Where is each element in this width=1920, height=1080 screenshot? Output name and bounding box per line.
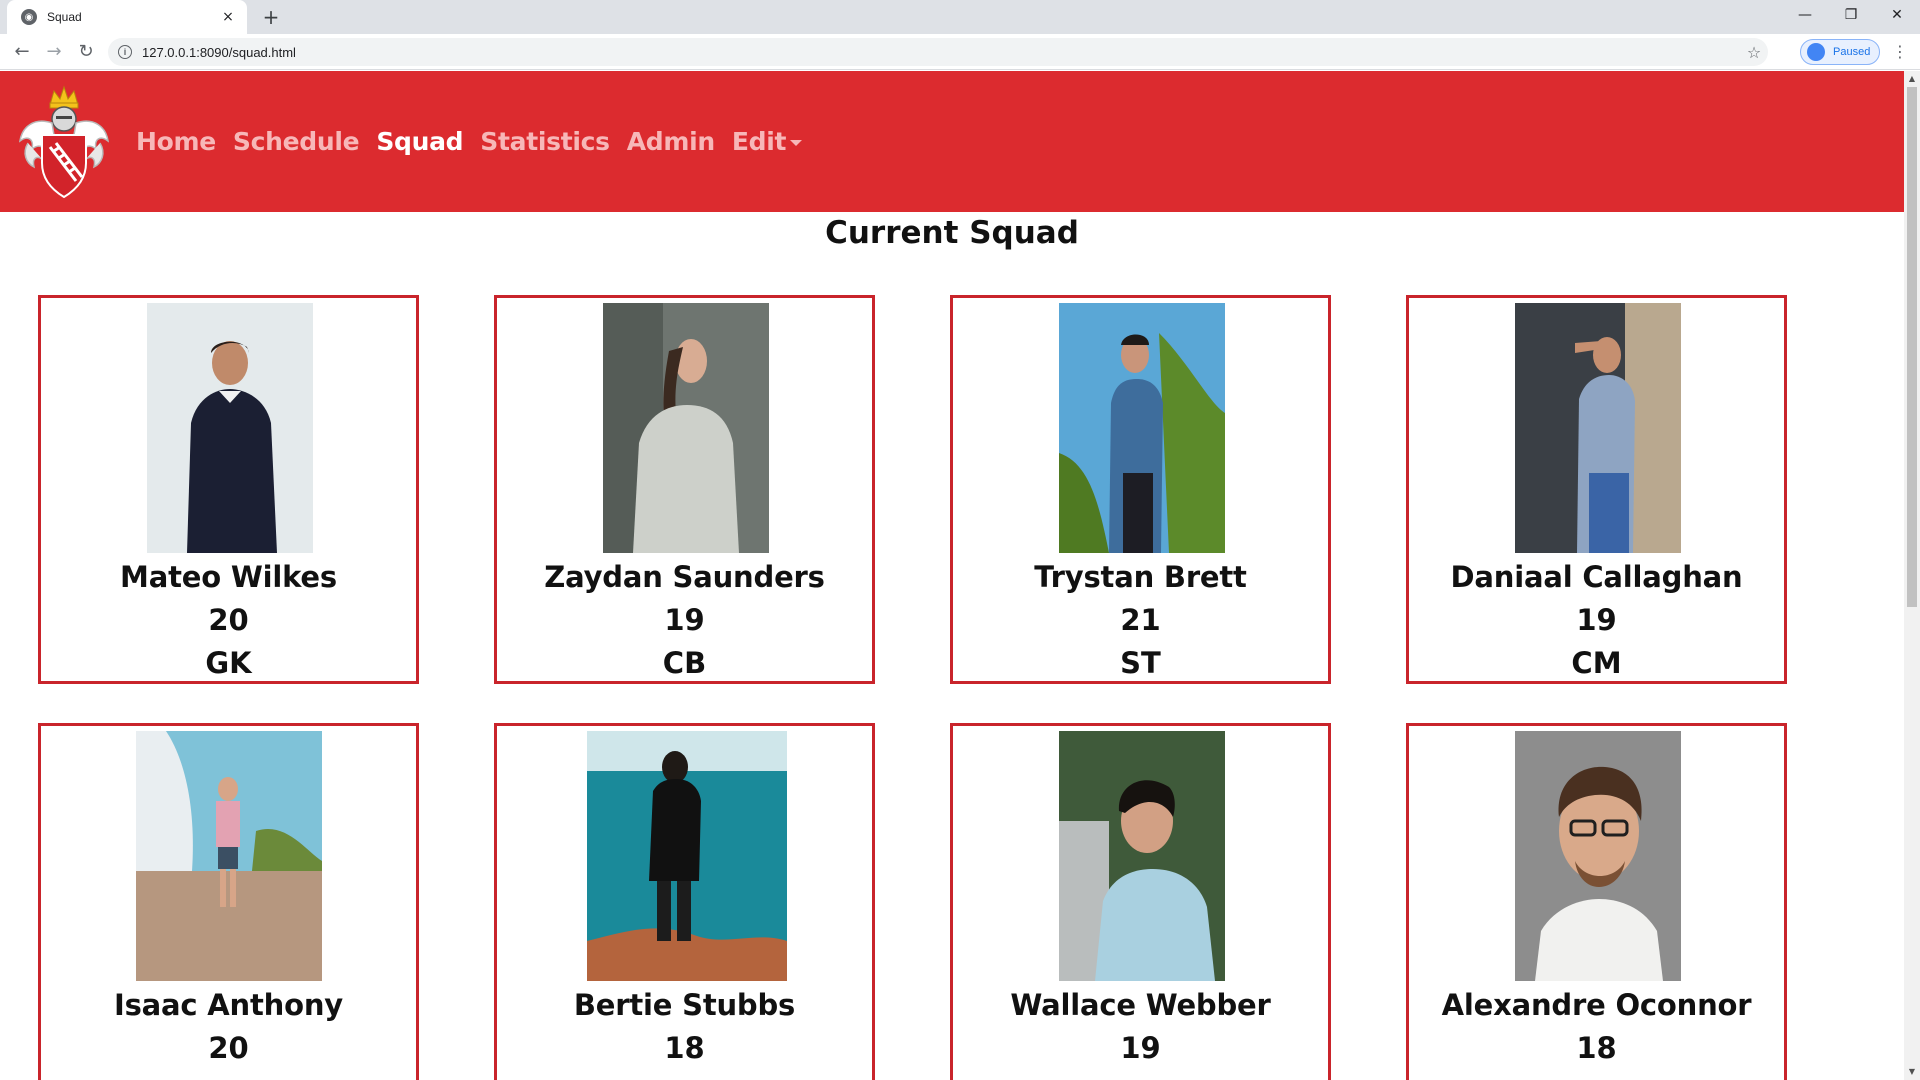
player-name: Bertie Stubbs bbox=[573, 988, 796, 1022]
player-name: Alexandre Oconnor bbox=[1441, 988, 1752, 1022]
player-card[interactable]: Trystan Brett 21 ST bbox=[950, 295, 1331, 684]
minimize-button[interactable]: — bbox=[1782, 0, 1828, 30]
player-photo bbox=[1515, 731, 1681, 981]
player-name: Trystan Brett bbox=[1034, 560, 1247, 594]
tab-title: Squad bbox=[47, 10, 82, 24]
main-nav: Home Schedule Squad Statistics Admin Edi… bbox=[136, 71, 819, 212]
player-position: ST bbox=[1120, 646, 1161, 680]
restore-button[interactable]: ❐ bbox=[1828, 0, 1874, 30]
player-position: CB bbox=[662, 646, 707, 680]
player-photo bbox=[1059, 731, 1225, 981]
forward-button[interactable]: → bbox=[40, 38, 68, 66]
player-card[interactable]: Wallace Webber 19 bbox=[950, 723, 1331, 1080]
player-age: 19 bbox=[1120, 1031, 1161, 1065]
player-photo bbox=[147, 303, 313, 553]
player-name: Daniaal Callaghan bbox=[1450, 560, 1743, 594]
player-age: 18 bbox=[1576, 1031, 1617, 1065]
player-photo bbox=[1059, 303, 1225, 553]
window-controls: — ❐ ✕ bbox=[1782, 0, 1920, 30]
page-title: Current Squad bbox=[825, 215, 1079, 251]
url-text[interactable]: 127.0.0.1:8090/squad.html bbox=[142, 45, 1740, 60]
browser-tabstrip: ◉ Squad × + — ❐ ✕ bbox=[0, 0, 1920, 34]
player-age: 19 bbox=[664, 603, 705, 637]
profile-button[interactable]: Paused bbox=[1800, 39, 1880, 65]
player-position: GK bbox=[205, 646, 252, 680]
browser-tab[interactable]: ◉ Squad × bbox=[7, 0, 247, 34]
scroll-up-icon[interactable]: ▲ bbox=[1904, 71, 1920, 87]
nav-statistics[interactable]: Statistics bbox=[480, 127, 610, 156]
player-card[interactable]: Alexandre Oconnor 18 bbox=[1406, 723, 1787, 1080]
page-viewport: Home Schedule Squad Statistics Admin Edi… bbox=[0, 71, 1904, 1080]
player-name: Isaac Anthony bbox=[114, 988, 343, 1022]
player-name: Zaydan Saunders bbox=[544, 560, 825, 594]
player-photo bbox=[603, 303, 769, 553]
player-card[interactable]: Zaydan Saunders 19 CB bbox=[494, 295, 875, 684]
player-age: 19 bbox=[1576, 603, 1617, 637]
player-age: 21 bbox=[1120, 603, 1161, 637]
page-scrollbar[interactable]: ▲ ▼ bbox=[1904, 71, 1920, 1080]
bookmark-star-icon[interactable]: ☆ bbox=[1740, 43, 1768, 62]
player-card[interactable]: Daniaal Callaghan 19 CM bbox=[1406, 295, 1787, 684]
scroll-down-icon[interactable]: ▼ bbox=[1904, 1064, 1920, 1080]
player-age: 20 bbox=[208, 603, 249, 637]
info-icon[interactable]: i bbox=[118, 45, 132, 59]
nav-admin[interactable]: Admin bbox=[627, 127, 715, 156]
player-age: 18 bbox=[664, 1031, 705, 1065]
scrollbar-thumb[interactable] bbox=[1907, 87, 1917, 607]
player-age: 20 bbox=[208, 1031, 249, 1065]
browser-menu-icon[interactable]: ⋮ bbox=[1890, 38, 1910, 66]
chevron-down-icon bbox=[790, 140, 803, 146]
player-name: Wallace Webber bbox=[1010, 988, 1271, 1022]
player-card[interactable]: Mateo Wilkes 20 GK bbox=[38, 295, 419, 684]
player-photo bbox=[1515, 303, 1681, 553]
player-photo bbox=[136, 731, 322, 981]
nav-edit-label: Edit bbox=[731, 127, 787, 156]
player-card[interactable]: Bertie Stubbs 18 bbox=[494, 723, 875, 1080]
reload-button[interactable]: ↻ bbox=[72, 38, 100, 66]
nav-edit-dropdown[interactable]: Edit bbox=[731, 127, 803, 156]
close-window-button[interactable]: ✕ bbox=[1874, 0, 1920, 30]
browser-toolbar: ← → ↻ i 127.0.0.1:8090/squad.html ☆ Paus… bbox=[0, 34, 1920, 70]
site-header: Home Schedule Squad Statistics Admin Edi… bbox=[0, 71, 1904, 212]
player-photo bbox=[587, 731, 787, 981]
address-bar[interactable]: i 127.0.0.1:8090/squad.html ☆ bbox=[108, 38, 1768, 66]
globe-icon: ◉ bbox=[21, 9, 37, 25]
tab-close-icon[interactable]: × bbox=[219, 9, 237, 25]
player-name: Mateo Wilkes bbox=[120, 560, 337, 594]
nav-squad[interactable]: Squad bbox=[376, 127, 463, 156]
profile-label: Paused bbox=[1833, 46, 1871, 58]
avatar-icon bbox=[1807, 43, 1825, 61]
player-card[interactable]: Isaac Anthony 20 bbox=[38, 723, 419, 1080]
club-crest-logo[interactable] bbox=[14, 83, 114, 201]
nav-schedule[interactable]: Schedule bbox=[233, 127, 360, 156]
new-tab-button[interactable]: + bbox=[258, 4, 284, 30]
back-button[interactable]: ← bbox=[8, 38, 36, 66]
nav-home[interactable]: Home bbox=[136, 127, 216, 156]
player-position: CM bbox=[1571, 646, 1622, 680]
